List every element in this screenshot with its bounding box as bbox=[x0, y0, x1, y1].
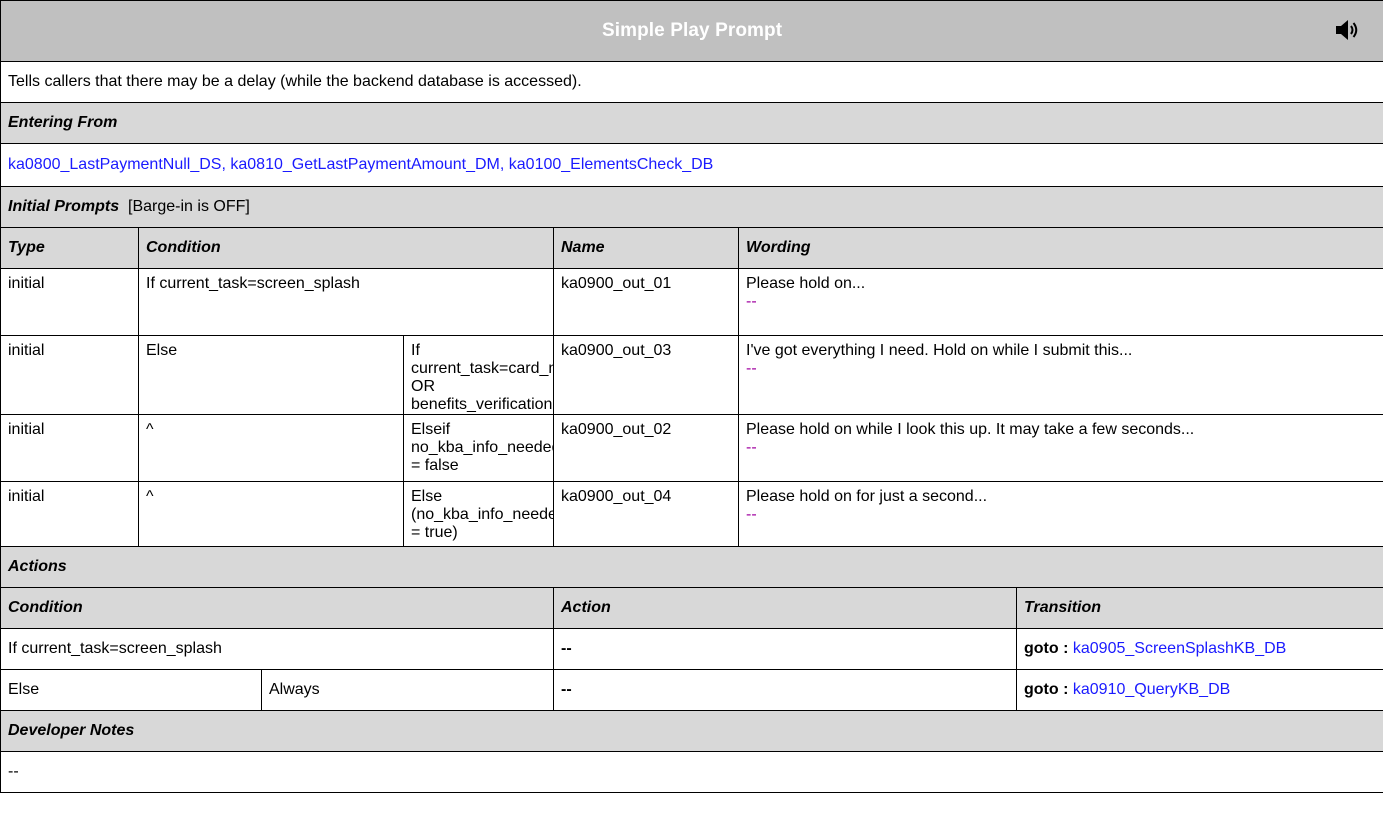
entering-link-elementscheck[interactable]: ka0100_ElementsCheck_DB bbox=[509, 156, 714, 173]
page-title: Simple Play Prompt bbox=[601, 20, 783, 41]
prompt-subcondition: If current_task=card_medicare OR benefit… bbox=[403, 335, 554, 415]
action-condition: Else bbox=[0, 669, 262, 711]
prompt-subcondition: Else (no_kba_info_needed = true) bbox=[403, 481, 554, 547]
action-subcondition: Always bbox=[261, 669, 554, 711]
col-header-action-condition: Condition bbox=[0, 587, 554, 629]
entering-link-lastpaymentnull[interactable]: ka0800_LastPaymentNull_DS bbox=[8, 156, 221, 173]
prompt-dash: -- bbox=[746, 293, 757, 310]
prompt-wording-cell: Please hold on while I look this up. It … bbox=[737, 414, 1383, 482]
prompt-spec-table: Simple Play Prompt Tells callers that th… bbox=[0, 0, 1383, 793]
prompt-condition: ^ bbox=[138, 414, 404, 482]
prompt-row: initial If current_task=screen_splash ka… bbox=[0, 268, 1383, 336]
action-value: -- bbox=[553, 628, 1017, 670]
action-value: -- bbox=[553, 669, 1017, 711]
actions-header: Actions bbox=[0, 546, 1383, 588]
prompt-type: initial bbox=[0, 414, 139, 482]
entering-from-header: Entering From bbox=[0, 102, 1383, 144]
prompt-condition: Else bbox=[138, 335, 404, 415]
prompt-name: ka0900_out_01 bbox=[553, 268, 739, 336]
prompt-dash: -- bbox=[746, 439, 757, 456]
col-header-type: Type bbox=[0, 227, 139, 269]
initial-prompts-label: Initial Prompts bbox=[8, 198, 120, 215]
col-header-action: Action bbox=[553, 587, 1017, 629]
prompt-dash: -- bbox=[746, 360, 757, 377]
barge-in-status: [Barge-in is OFF] bbox=[128, 198, 250, 215]
prompt-row: initial Else If current_task=card_medica… bbox=[0, 335, 1383, 415]
goto-label: goto : bbox=[1024, 681, 1069, 698]
action-transition: goto : ka0910_QueryKB_DB bbox=[1015, 669, 1383, 711]
prompt-subcondition: Elseif no_kba_info_needed = false bbox=[403, 414, 554, 482]
speaker-icon[interactable] bbox=[1333, 17, 1361, 43]
title-bar: Simple Play Prompt bbox=[0, 0, 1383, 62]
developer-notes-header: Developer Notes bbox=[0, 710, 1383, 752]
prompt-type: initial bbox=[0, 268, 139, 336]
goto-label: goto : bbox=[1024, 640, 1069, 657]
col-header-name: Name bbox=[553, 227, 739, 269]
col-header-condition: Condition bbox=[138, 227, 554, 269]
action-condition: If current_task=screen_splash bbox=[0, 628, 554, 670]
prompt-type: initial bbox=[0, 335, 139, 415]
prompt-dash: -- bbox=[746, 506, 757, 523]
prompt-wording-cell: I've got everything I need. Hold on whil… bbox=[737, 335, 1383, 415]
prompt-condition: ^ bbox=[138, 481, 404, 547]
col-header-wording: Wording bbox=[737, 227, 1383, 269]
prompt-wording: Please hold on... bbox=[746, 275, 866, 292]
prompt-wording-cell: Please hold on... -- bbox=[737, 268, 1383, 336]
prompt-name: ka0900_out_02 bbox=[553, 414, 739, 482]
prompt-name: ka0900_out_04 bbox=[553, 481, 739, 547]
description: Tells callers that there may be a delay … bbox=[0, 61, 1383, 103]
prompt-condition: If current_task=screen_splash bbox=[138, 268, 554, 336]
initial-prompts-header: Initial Prompts [Barge-in is OFF] bbox=[0, 186, 1383, 228]
prompt-type: initial bbox=[0, 481, 139, 547]
link-separator: , bbox=[499, 156, 505, 173]
transition-link-screensplash[interactable]: ka0905_ScreenSplashKB_DB bbox=[1073, 640, 1286, 657]
prompt-row: initial ^ Elseif no_kba_info_needed = fa… bbox=[0, 414, 1383, 482]
prompt-wording: I've got everything I need. Hold on whil… bbox=[746, 342, 1133, 359]
transition-link-querykb[interactable]: ka0910_QueryKB_DB bbox=[1073, 681, 1230, 698]
col-header-transition: Transition bbox=[1015, 587, 1383, 629]
action-row: Else Always -- goto : ka0910_QueryKB_DB bbox=[0, 669, 1383, 711]
action-transition: goto : ka0905_ScreenSplashKB_DB bbox=[1015, 628, 1383, 670]
link-separator: , bbox=[221, 156, 226, 173]
prompt-row: initial ^ Else (no_kba_info_needed = tru… bbox=[0, 481, 1383, 547]
prompt-wording: Please hold on while I look this up. It … bbox=[746, 421, 1195, 438]
prompt-wording: Please hold on for just a second... bbox=[746, 488, 988, 505]
prompt-spec-page: Simple Play Prompt Tells callers that th… bbox=[0, 0, 1383, 793]
action-row: If current_task=screen_splash -- goto : … bbox=[0, 628, 1383, 670]
entering-from-links: ka0800_LastPaymentNull_DS, ka0810_GetLas… bbox=[0, 143, 1383, 187]
entering-link-getlastpaymentamount[interactable]: ka0810_GetLastPaymentAmount_DM bbox=[230, 156, 499, 173]
developer-notes-text: -- bbox=[0, 751, 1383, 793]
prompt-name: ka0900_out_03 bbox=[553, 335, 739, 415]
prompt-wording-cell: Please hold on for just a second... -- bbox=[737, 481, 1383, 547]
